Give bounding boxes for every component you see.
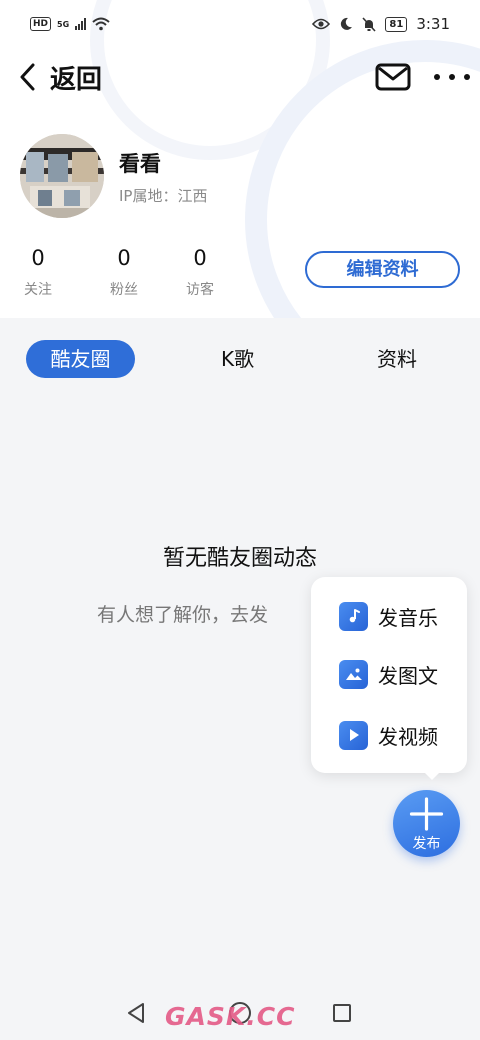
menu-label: 发音乐	[378, 605, 438, 630]
publish-image-text-item[interactable]: 发图文	[339, 659, 438, 689]
music-note-icon	[339, 601, 368, 631]
username: 看看	[119, 152, 161, 176]
stat-label: 粉丝	[110, 282, 138, 298]
stat-following[interactable]: 0 关注	[16, 246, 60, 299]
status-left: HD 5G	[30, 17, 110, 31]
avatar[interactable]	[20, 134, 104, 218]
publish-video-item[interactable]: 发视频	[339, 720, 438, 750]
avatar-image	[20, 134, 104, 218]
play-icon	[339, 720, 368, 750]
tab-friend-circle[interactable]: 酷友圈	[26, 340, 135, 378]
stat-visitors[interactable]: 0 访客	[168, 246, 232, 299]
ip-location: IP属地：江西	[119, 187, 208, 205]
publish-music-item[interactable]: 发音乐	[339, 601, 438, 631]
stat-fans[interactable]: 0 粉丝	[92, 246, 156, 299]
battery-indicator: 81	[385, 16, 408, 32]
watermark-logo: GASK.CC	[165, 1002, 296, 1031]
dot-icon	[449, 74, 455, 80]
moon-icon	[341, 17, 353, 30]
network-type: 5G	[57, 19, 70, 29]
stat-label: 关注	[24, 282, 52, 298]
tab-karaoke[interactable]: K歌	[221, 340, 254, 378]
back-label: 返回	[50, 64, 103, 95]
image-icon	[339, 659, 368, 689]
message-button[interactable]	[374, 60, 412, 94]
more-options-button[interactable]	[434, 60, 470, 94]
stat-label: 访客	[186, 282, 214, 298]
nav-back-icon[interactable]	[126, 1002, 146, 1024]
profile-tabs: 酷友圈 K歌 资料	[0, 336, 480, 382]
mute-bell-icon	[362, 16, 376, 32]
top-navigation: 返回	[0, 52, 480, 102]
signal-icon	[75, 18, 87, 30]
publish-button[interactable]: 发布	[393, 790, 460, 857]
stat-value: 0	[193, 246, 207, 270]
menu-label: 发视频	[378, 724, 438, 749]
chevron-left-icon	[20, 63, 35, 91]
menu-label: 发图文	[378, 663, 438, 688]
hd-badge: HD	[30, 17, 52, 31]
empty-state-title: 暂无酷友圈动态	[162, 546, 317, 571]
publish-menu: 发音乐 发图文 发视频	[311, 577, 467, 780]
status-right: 81 3:31	[312, 15, 450, 33]
status-bar: HD 5G 81 3:31	[0, 0, 480, 52]
back-button[interactable]: 返回	[18, 58, 102, 96]
stat-value: 0	[31, 246, 45, 270]
empty-state-subtitle: 有人想了解你，去发	[97, 604, 269, 626]
mail-icon	[375, 63, 411, 91]
nav-recents-icon[interactable]	[333, 1004, 351, 1022]
stat-value: 0	[117, 246, 131, 270]
edit-profile-button[interactable]: 编辑资料	[305, 251, 460, 288]
publish-label: 发布	[412, 836, 441, 852]
wifi-icon	[92, 17, 110, 31]
profile-stats: 0 关注 0 粉丝 0 访客	[16, 246, 232, 299]
clock: 3:31	[416, 15, 450, 33]
dot-icon	[434, 74, 440, 80]
eye-icon	[312, 18, 331, 30]
dot-icon	[464, 74, 470, 80]
tab-info[interactable]: 资料	[377, 340, 417, 378]
